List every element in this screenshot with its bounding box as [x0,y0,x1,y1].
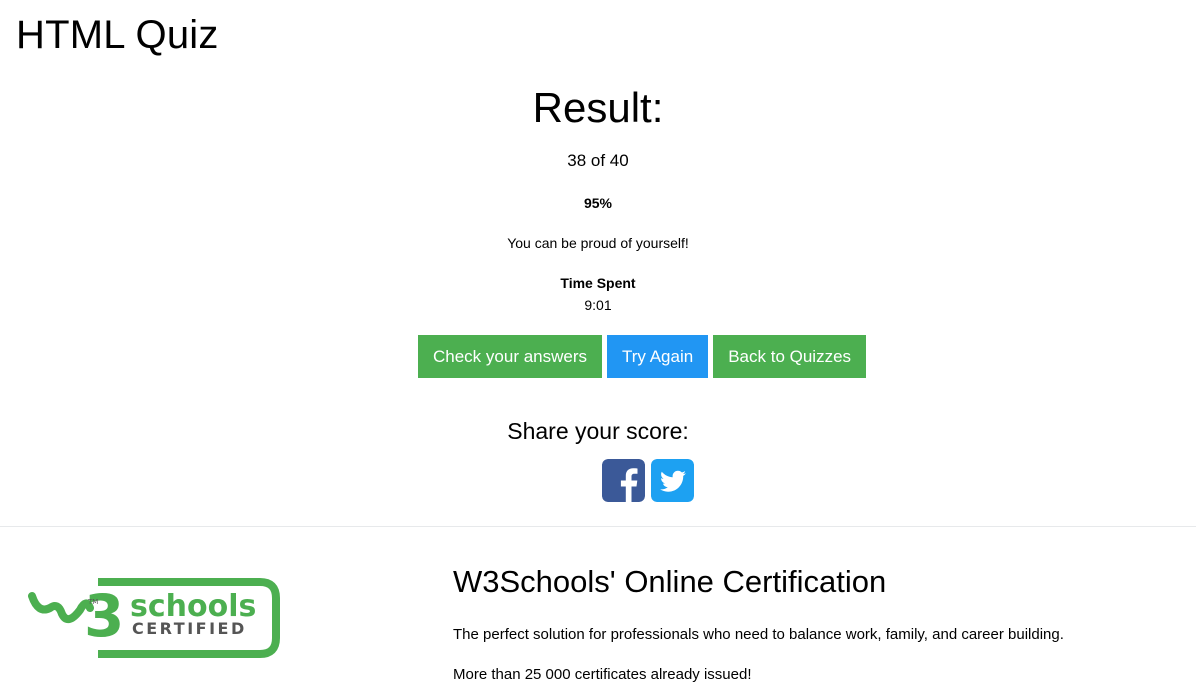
result-block: Result: 38 of 40 95% You can be proud of… [0,84,1196,314]
check-answers-button[interactable]: Check your answers [418,335,603,378]
twitter-icon[interactable] [651,459,694,502]
logo-tm: TM [87,598,98,606]
result-heading: Result: [532,84,664,131]
certification-description: The perfect solution for professionals w… [453,626,1064,643]
time-spent-value: 9:01 [584,297,612,313]
page-title: HTML Quiz [16,13,219,57]
result-message: You can be proud of yourself! [507,235,689,251]
try-again-button[interactable]: Try Again [607,335,709,378]
certification-title: W3Schools' Online Certification [453,564,887,599]
result-actions: Check your answers Try Again Back to Qui… [418,335,867,378]
share-label: Share your score: [507,418,689,444]
back-to-quizzes-button[interactable]: Back to Quizzes [713,335,867,378]
certification-count: More than 25 000 certificates already is… [453,666,752,683]
score-text: 38 of 40 [567,151,629,170]
percent-text: 95% [583,195,613,211]
section-divider [0,526,1196,527]
facebook-icon[interactable] [602,459,645,502]
share-icons [602,459,694,502]
w3schools-certified-logo: 3 TM schools CERTIFIED [28,578,280,658]
time-spent-label: Time Spent [560,275,636,291]
quiz-result-page: HTML Quiz Result: 38 of 40 95% You can b… [0,0,1196,694]
logo-3-mark: 3 [84,582,124,650]
logo-certified-text: CERTIFIED [132,619,247,638]
